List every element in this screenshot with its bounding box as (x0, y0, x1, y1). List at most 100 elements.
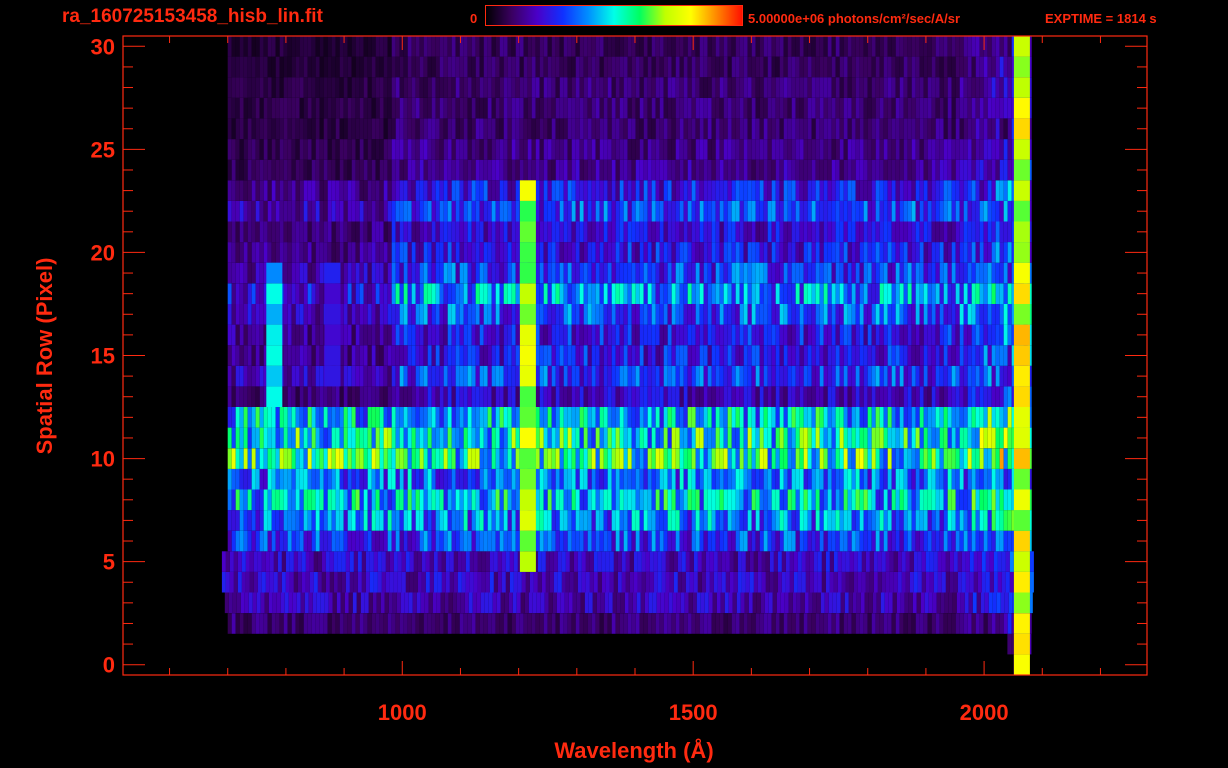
heatmap-cell (329, 551, 334, 572)
heatmap-cell (787, 324, 792, 346)
heatmap-cell (819, 386, 824, 407)
heatmap-cell (519, 159, 524, 181)
heatmap-cell (635, 304, 640, 325)
heatmap-cell (427, 613, 432, 634)
heatmap-cell (703, 118, 708, 140)
heatmap-cell (239, 324, 244, 346)
heatmap-cell (703, 242, 708, 263)
heatmap-cell (607, 221, 612, 243)
heatmap-cell (967, 200, 972, 222)
heatmap-cell (607, 200, 612, 222)
heatmap-cell (319, 283, 324, 304)
heatmap-cell (253, 551, 258, 572)
heatmap-cell (887, 530, 892, 552)
heatmap-cell (627, 427, 632, 449)
heatmap-cell (499, 613, 504, 634)
heatmap-cell (695, 304, 700, 325)
heatmap-cell (612, 592, 617, 614)
heatmap-cell (411, 613, 416, 634)
heatmap-cell (657, 571, 662, 593)
heatmap-cell (841, 571, 846, 593)
heatmap-cell (963, 242, 968, 263)
heatmap-cell (241, 551, 246, 572)
heatmap-cell (703, 510, 708, 531)
heatmap-cell (547, 427, 552, 449)
heatmap-cell (947, 386, 952, 407)
heatmap-cell (915, 613, 920, 634)
heatmap-cell (503, 427, 508, 449)
heatmap-cell (647, 345, 652, 366)
heatmap-cell (335, 407, 340, 428)
heatmap-cell (479, 262, 484, 284)
heatmap-cell (691, 427, 696, 449)
heatmap-cell (595, 407, 600, 428)
heatmap-cell (695, 283, 700, 304)
heatmap-cell (581, 551, 586, 572)
heatmap-cell (855, 386, 860, 407)
heatmap-cell (603, 407, 608, 428)
heatmap-cell (411, 468, 416, 490)
heatmap-cell (323, 221, 328, 243)
heatmap-cell (747, 386, 752, 407)
heatmap-cell (607, 304, 612, 325)
heatmap-cell (695, 365, 700, 387)
heatmap-cell (379, 386, 384, 407)
heatmap-cell (503, 345, 508, 366)
heatmap-cell (923, 304, 928, 325)
heatmap-cell (1003, 489, 1008, 511)
heatmap-cell (351, 345, 356, 366)
heatmap-cell (235, 180, 240, 201)
heatmap-cell (439, 200, 444, 222)
heatmap-cell (639, 283, 644, 304)
heatmap-cell (535, 283, 540, 304)
heatmap-cell (843, 304, 848, 325)
heatmap-cell (823, 324, 828, 346)
heatmap-cell (819, 200, 824, 222)
heatmap-cell (647, 304, 652, 325)
heatmap-cell (811, 510, 816, 531)
heatmap-cell (667, 468, 672, 490)
heatmap-cell (363, 510, 368, 531)
heatmap-cell (791, 386, 796, 407)
heatmap-cell (883, 159, 888, 181)
heatmap-cell (263, 510, 268, 531)
heatmap-cell (359, 613, 364, 634)
heatmap-cell (823, 489, 828, 511)
heatmap-cell (539, 448, 544, 469)
heatmap-cell (335, 530, 340, 552)
heatmap-cell (811, 427, 816, 449)
heatmap-cell (603, 530, 608, 552)
heatmap-cell (859, 200, 864, 222)
heatmap-cell (751, 221, 756, 243)
heatmap-cell (711, 448, 716, 469)
heatmap-cell (271, 180, 276, 201)
heatmap-cell (875, 530, 880, 552)
heatmap-cell (485, 551, 490, 572)
heatmap-cell (255, 118, 260, 140)
heatmap-cell (543, 221, 548, 243)
heatmap-cell (859, 139, 864, 160)
heatmap-cell (569, 571, 574, 593)
heatmap-cell (291, 200, 296, 222)
heatmap-cell (391, 324, 396, 346)
heatmap-cell (363, 159, 368, 181)
heatmap-cell (643, 386, 648, 407)
heatmap-cell (311, 613, 316, 634)
heatmap-cell (248, 592, 253, 614)
heatmap-cell (675, 324, 680, 346)
heatmap-cell (455, 324, 460, 346)
heatmap-cell (300, 592, 305, 614)
heatmap-cell (672, 592, 677, 614)
heatmap-cell (427, 283, 432, 304)
heatmap-cell (887, 345, 892, 366)
heatmap-cell (687, 345, 692, 366)
heatmap-cell (491, 242, 496, 263)
heatmap-cell (767, 139, 772, 160)
heatmap-cell (347, 242, 352, 263)
heatmap-cell (927, 242, 932, 263)
heatmap-cell (831, 345, 836, 366)
heatmap-cell (399, 304, 404, 325)
heatmap-cell (335, 489, 340, 511)
heatmap-cell (767, 386, 772, 407)
heatmap-cell (287, 448, 292, 469)
